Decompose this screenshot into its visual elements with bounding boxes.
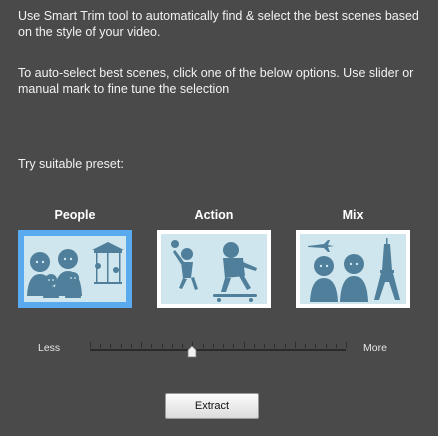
slider-tick (172, 344, 173, 348)
slider-tick (213, 344, 214, 348)
slider-tick (223, 344, 224, 348)
preset-prompt: Try suitable preset: (18, 157, 124, 171)
slider-tick (295, 342, 296, 348)
slider-tick (233, 344, 234, 348)
smart-trim-panel: Use Smart Trim tool to automatically fin… (0, 0, 438, 436)
slider-tick (203, 344, 204, 348)
slider-tick (244, 342, 245, 348)
slider-tick (131, 344, 132, 348)
mix-eiffel-icon (300, 234, 406, 304)
preset-mix-label: Mix (342, 208, 364, 222)
slider-tick (285, 344, 286, 348)
slider-tick (326, 344, 327, 348)
preset-mix-button[interactable] (296, 230, 410, 308)
slider-tick (121, 344, 122, 348)
extract-button[interactable]: Extract (165, 393, 259, 419)
selection-slider-track[interactable] (90, 349, 346, 351)
slider-tick (100, 344, 101, 348)
slider-tick (305, 344, 306, 348)
preset-action-button[interactable] (157, 230, 271, 308)
action-skate-icon (161, 234, 267, 304)
slider-tick (90, 342, 91, 348)
slider-tick (264, 344, 265, 348)
preset-action-label: Action (194, 208, 234, 222)
preset-people-label: People (54, 208, 96, 222)
preset-people-button[interactable] (18, 230, 132, 308)
slider-tick (254, 344, 255, 348)
slider-tick (110, 344, 111, 348)
slider-tick (346, 342, 347, 348)
selection-slider-handle[interactable] (187, 345, 197, 358)
slider-tick (141, 342, 142, 348)
slider-tick (336, 344, 337, 348)
slider-tick (315, 344, 316, 348)
slider-tick (151, 344, 152, 348)
slider-tick (162, 344, 163, 348)
slider-min-label: Less (38, 342, 61, 354)
slider-tick (274, 344, 275, 348)
slider-tick (182, 344, 183, 348)
people-carousel-icon (24, 236, 126, 302)
slider-max-label: More (363, 342, 387, 354)
instructions-description: To auto-select best scenes, click one of… (18, 66, 414, 96)
intro-description: Use Smart Trim tool to automatically fin… (18, 9, 419, 39)
